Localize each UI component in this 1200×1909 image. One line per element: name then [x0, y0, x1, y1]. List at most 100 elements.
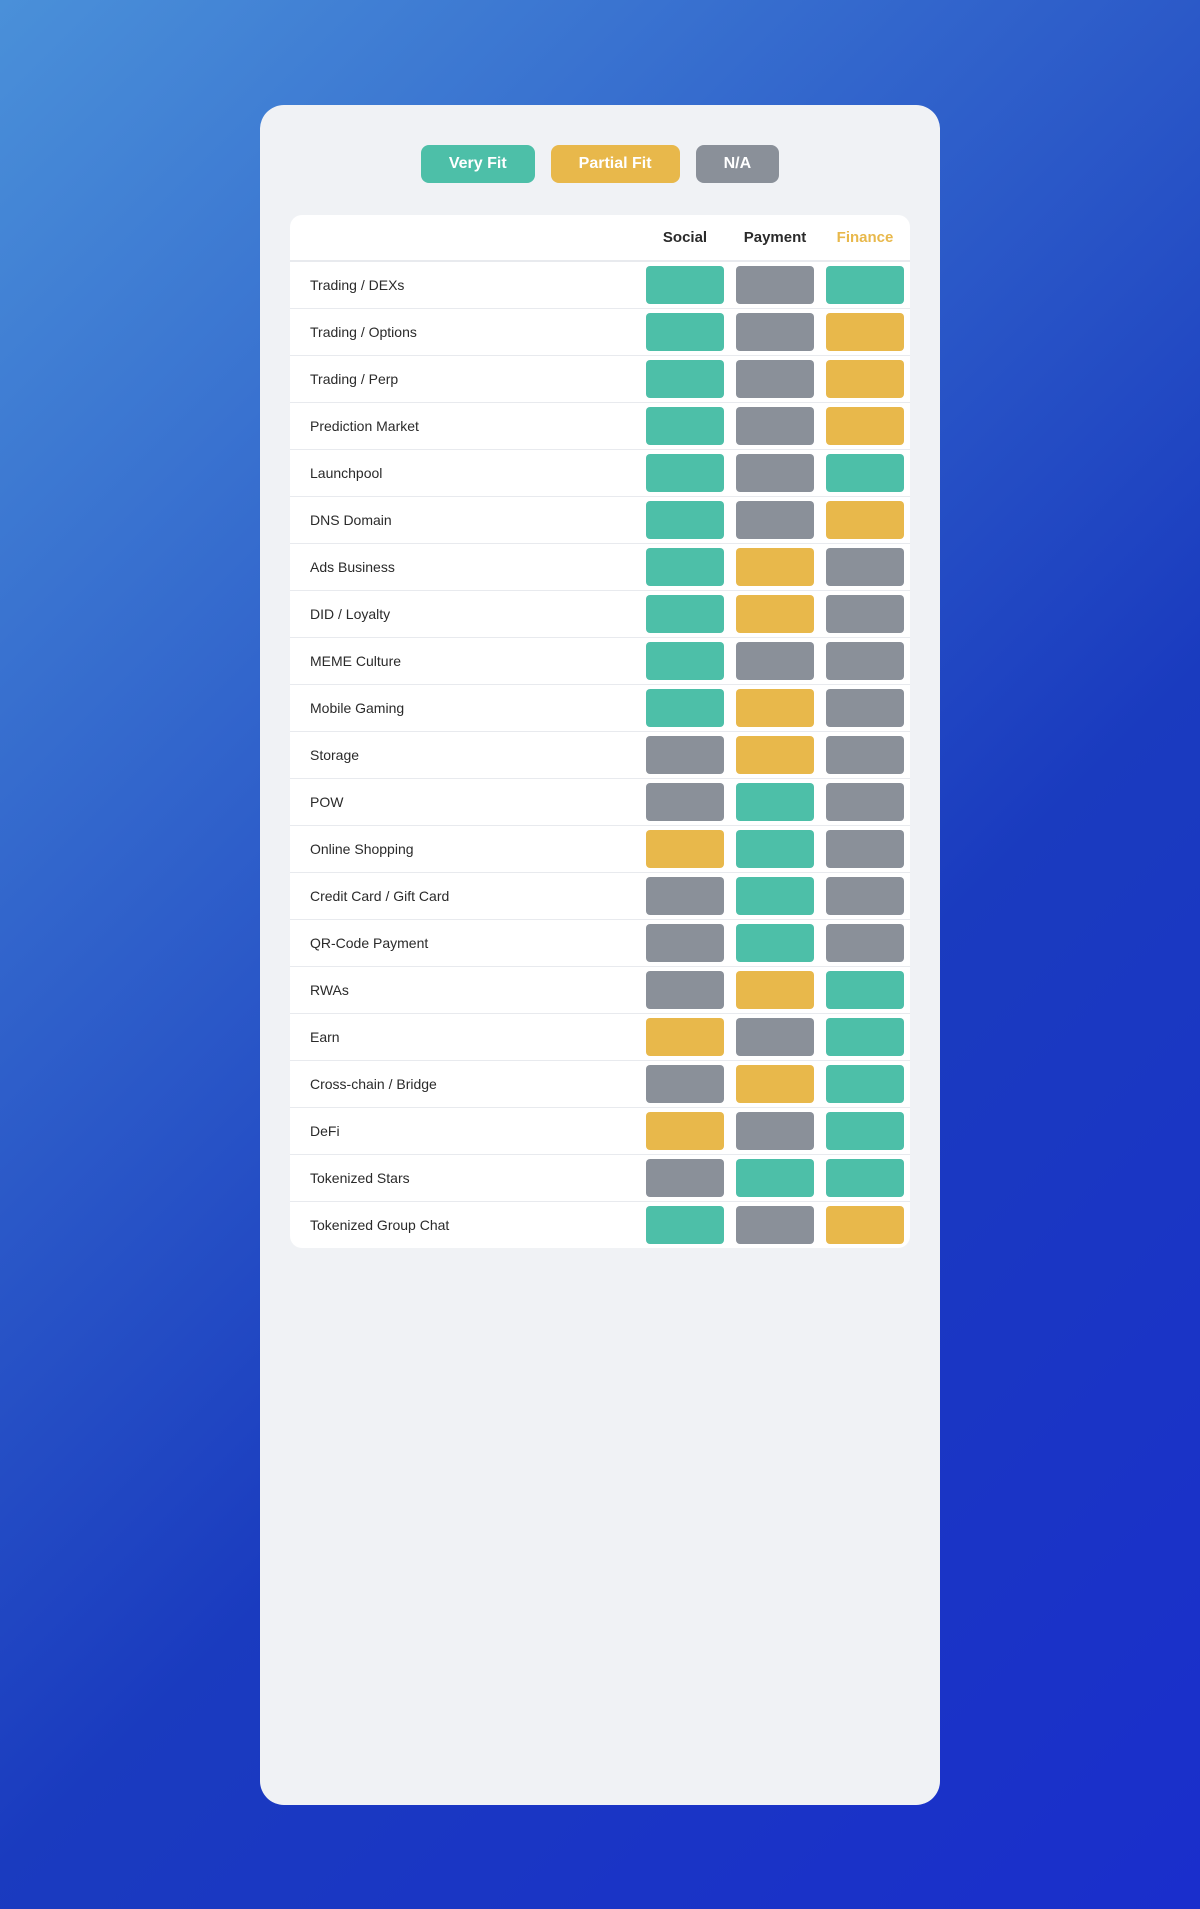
cell-social [640, 261, 730, 309]
table-row: MEME Culture [290, 637, 910, 684]
cell-finance [820, 1154, 910, 1201]
row-label: POW [290, 778, 640, 825]
cell-payment [730, 872, 820, 919]
cell-social [640, 637, 730, 684]
cell-social [640, 308, 730, 355]
cell-social [640, 919, 730, 966]
table-row: Earn [290, 1013, 910, 1060]
cell-social [640, 1201, 730, 1248]
cell-payment [730, 731, 820, 778]
table-row: Trading / Perp [290, 355, 910, 402]
cell-social [640, 590, 730, 637]
cell-payment [730, 261, 820, 309]
cell-social [640, 966, 730, 1013]
cell-finance [820, 1060, 910, 1107]
legend-very-fit: Very Fit [421, 145, 535, 183]
cell-social [640, 1107, 730, 1154]
cell-finance [820, 825, 910, 872]
header-social: Social [640, 215, 730, 261]
cell-finance [820, 543, 910, 590]
cell-payment [730, 637, 820, 684]
table-row: Tokenized Stars [290, 1154, 910, 1201]
table-row: Online Shopping [290, 825, 910, 872]
cell-payment [730, 825, 820, 872]
cell-social [640, 872, 730, 919]
fit-table: Social Payment Finance Trading / DEXsTra… [290, 215, 910, 1248]
cell-social [640, 684, 730, 731]
row-label: Trading / Options [290, 308, 640, 355]
cell-social [640, 1060, 730, 1107]
cell-finance [820, 1107, 910, 1154]
cell-payment [730, 1013, 820, 1060]
cell-payment [730, 449, 820, 496]
row-label: Earn [290, 1013, 640, 1060]
row-label: Cross-chain / Bridge [290, 1060, 640, 1107]
cell-social [640, 449, 730, 496]
cell-payment [730, 355, 820, 402]
row-label: DeFi [290, 1107, 640, 1154]
row-label: Credit Card / Gift Card [290, 872, 640, 919]
row-label: Mobile Gaming [290, 684, 640, 731]
cell-payment [730, 590, 820, 637]
table-row: DID / Loyalty [290, 590, 910, 637]
main-card: Very Fit Partial Fit N/A Social Payment … [260, 105, 940, 1805]
cell-payment [730, 1201, 820, 1248]
cell-finance [820, 496, 910, 543]
table-row: Credit Card / Gift Card [290, 872, 910, 919]
cell-social [640, 402, 730, 449]
cell-payment [730, 402, 820, 449]
row-label: Launchpool [290, 449, 640, 496]
header-payment: Payment [730, 215, 820, 261]
table-row: Storage [290, 731, 910, 778]
table-row: Trading / Options [290, 308, 910, 355]
cell-payment [730, 543, 820, 590]
cell-finance [820, 308, 910, 355]
cell-finance [820, 731, 910, 778]
row-label: DID / Loyalty [290, 590, 640, 637]
header-category [290, 215, 640, 261]
cell-payment [730, 1060, 820, 1107]
row-label: Online Shopping [290, 825, 640, 872]
legend-partial-fit: Partial Fit [551, 145, 680, 183]
cell-social [640, 778, 730, 825]
cell-payment [730, 966, 820, 1013]
table-row: POW [290, 778, 910, 825]
legend: Very Fit Partial Fit N/A [290, 145, 910, 183]
cell-social [640, 731, 730, 778]
cell-finance [820, 449, 910, 496]
cell-finance [820, 778, 910, 825]
row-label: Prediction Market [290, 402, 640, 449]
row-label: Tokenized Group Chat [290, 1201, 640, 1248]
table-row: RWAs [290, 966, 910, 1013]
cell-finance [820, 355, 910, 402]
cell-social [640, 825, 730, 872]
table-row: Mobile Gaming [290, 684, 910, 731]
cell-finance [820, 684, 910, 731]
legend-na: N/A [696, 145, 780, 183]
row-label: MEME Culture [290, 637, 640, 684]
table-row: Launchpool [290, 449, 910, 496]
cell-finance [820, 261, 910, 309]
cell-social [640, 1154, 730, 1201]
cell-finance [820, 1013, 910, 1060]
row-label: Storage [290, 731, 640, 778]
table-row: DeFi [290, 1107, 910, 1154]
table-row: Ads Business [290, 543, 910, 590]
cell-social [640, 543, 730, 590]
cell-finance [820, 872, 910, 919]
cell-payment [730, 919, 820, 966]
table-row: QR-Code Payment [290, 919, 910, 966]
cell-payment [730, 778, 820, 825]
row-label: Tokenized Stars [290, 1154, 640, 1201]
cell-social [640, 355, 730, 402]
cell-payment [730, 1107, 820, 1154]
cell-finance [820, 919, 910, 966]
cell-social [640, 1013, 730, 1060]
table-row: DNS Domain [290, 496, 910, 543]
cell-payment [730, 684, 820, 731]
table-row: Cross-chain / Bridge [290, 1060, 910, 1107]
table-row: Trading / DEXs [290, 261, 910, 309]
cell-social [640, 496, 730, 543]
cell-payment [730, 1154, 820, 1201]
row-label: Trading / DEXs [290, 261, 640, 309]
